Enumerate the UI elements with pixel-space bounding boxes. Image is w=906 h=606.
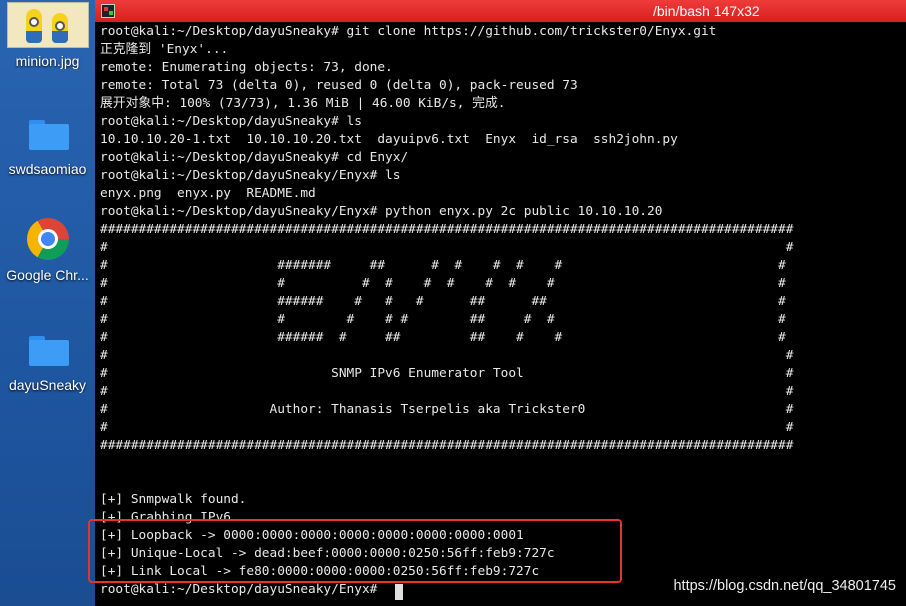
terminal-cursor — [395, 584, 403, 600]
terminal-line: # SNMP IPv6 Enumerator Tool # — [100, 366, 794, 381]
terminal-line: # # — [100, 384, 794, 399]
terminal-output[interactable]: root@kali:~/Desktop/dayuSneaky# git clon… — [100, 23, 793, 599]
minion-image-icon — [6, 2, 89, 48]
desktop-icon-dayusneaky[interactable]: dayuSneaky — [0, 326, 95, 393]
desktop-icon-label: dayuSneaky — [8, 377, 87, 393]
terminal-line: # Author: Thanasis Tserpelis aka Trickst… — [100, 402, 794, 417]
watermark-text: https://blog.csdn.net/qq_34801745 — [673, 578, 896, 594]
terminal-line: 正克隆到 'Enyx'... — [100, 42, 229, 57]
terminal-line: enyx.png enyx.py README.md — [100, 186, 316, 201]
terminal-line: ########################################… — [100, 438, 794, 453]
desktop: minion.jpg swdsaomiao Google Chr... dayu… — [0, 0, 95, 606]
desktop-icon-google-chrome[interactable]: Google Chr... — [0, 216, 95, 283]
terminal-line: # # — [100, 240, 794, 255]
terminal-title: /bin/bash 147x32 — [653, 3, 760, 19]
terminal-line: ########################################… — [100, 222, 794, 237]
terminal-line: remote: Enumerating objects: 73, done. — [100, 60, 393, 75]
folder-icon — [23, 110, 73, 156]
terminal-line: # ###### # ## ## # # # — [100, 330, 786, 345]
desktop-icon-label: Google Chr... — [6, 267, 89, 283]
terminal-line: root@kali:~/Desktop/dayuSneaky/Enyx# pyt… — [100, 204, 663, 219]
terminal-line: 10.10.10.20-1.txt 10.10.10.20.txt dayuip… — [100, 132, 678, 147]
terminal-line: root@kali:~/Desktop/dayuSneaky# git clon… — [100, 24, 717, 39]
terminal-line: # # — [100, 420, 794, 435]
terminal-line: 展开对象中: 100% (73/73), 1.36 MiB | 46.00 Ki… — [100, 96, 506, 111]
terminal-line: # # # # # # # # # # — [100, 276, 786, 291]
desktop-icon-label: swdsaomiao — [8, 161, 87, 177]
terminal-line: [+] Snmpwalk found. — [100, 492, 247, 507]
terminal-line: # # # # # ## # # # — [100, 312, 786, 327]
terminal-window[interactable]: /bin/bash 147x32 root@kali:~/Desktop/day… — [95, 0, 906, 606]
desktop-icon-label: minion.jpg — [15, 53, 80, 69]
terminal-line: root@kali:~/Desktop/dayuSneaky# ls — [100, 114, 362, 129]
terminal-titlebar[interactable]: /bin/bash 147x32 — [95, 0, 906, 22]
terminal-line: remote: Total 73 (delta 0), reused 0 (de… — [100, 78, 578, 93]
chrome-icon — [23, 216, 73, 262]
folder-icon — [23, 326, 73, 372]
terminal-line: root@kali:~/Desktop/dayuSneaky/Enyx# ls — [100, 168, 401, 183]
desktop-icon-swdsaomiao[interactable]: swdsaomiao — [0, 110, 95, 177]
highlight-annotation-box — [88, 519, 622, 583]
desktop-icon-minion[interactable]: minion.jpg — [0, 2, 95, 69]
terminal-line: root@kali:~/Desktop/dayuSneaky# cd Enyx/ — [100, 150, 409, 165]
terminal-line: # ####### ## # # # # # # — [100, 258, 786, 273]
terminal-line: # # — [100, 348, 794, 363]
terminal-app-icon — [101, 4, 115, 18]
terminal-line: # ###### # # # ## ## # — [100, 294, 786, 309]
